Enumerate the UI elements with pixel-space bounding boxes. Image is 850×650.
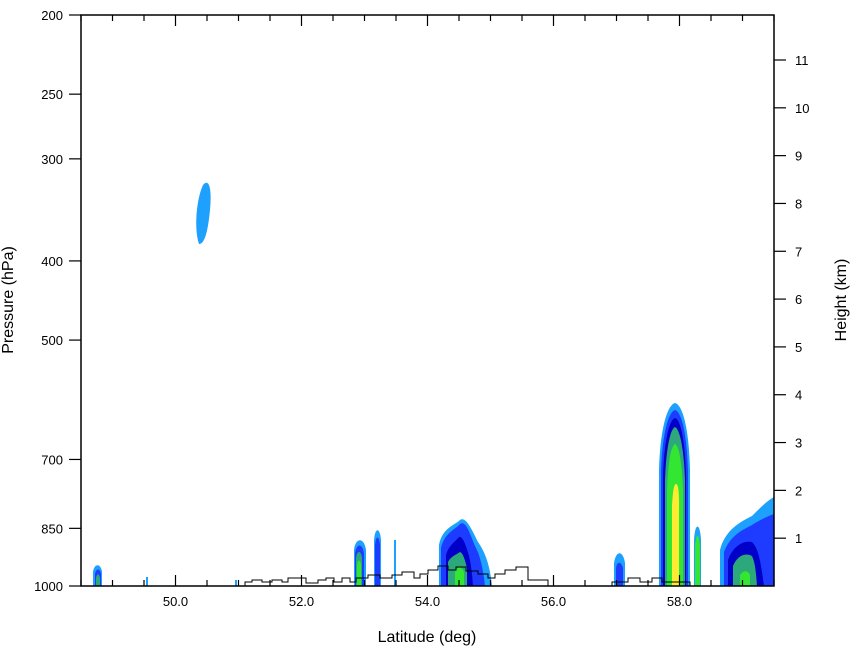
contour-fill-11 xyxy=(375,537,380,586)
contour-fill-32 xyxy=(740,571,750,586)
y-tick-label: 500 xyxy=(41,333,63,348)
y2-tick-label: 1 xyxy=(795,531,802,546)
y2-tick-label: 4 xyxy=(795,388,802,403)
x-tick-label: 50.0 xyxy=(163,594,188,609)
y-tick-label: 1000 xyxy=(34,579,63,594)
y-tick-label: 300 xyxy=(41,152,63,167)
y-tick-label: 850 xyxy=(41,521,63,536)
x-tick-label: 56.0 xyxy=(541,594,566,609)
x-tick-label: 52.0 xyxy=(289,594,314,609)
contour-fill-9 xyxy=(357,560,361,586)
contour-fill-3 xyxy=(96,574,100,586)
y-axis-right: 1 2 3 4 5 6 7 8 9 10 11 xyxy=(774,53,809,546)
plot-area xyxy=(93,182,774,586)
x-axis-title: Latitude (deg) xyxy=(378,629,477,646)
y-axis-left: 200 250 300 400 500 700 850 1000 xyxy=(34,8,81,594)
cross-section-chart: 50.0 52.0 54.0 56.0 58.0 200 250 300 400 500 700 8… xyxy=(0,8,850,646)
y-tick-label: 200 xyxy=(41,8,63,23)
y2-tick-label: 8 xyxy=(795,196,802,211)
y-tick-label: 400 xyxy=(41,254,63,269)
y2-tick-label: 10 xyxy=(795,101,809,116)
contour-fill-25 xyxy=(672,484,679,586)
y2-tick-label: 11 xyxy=(795,53,809,68)
y2-axis-title: Height (km) xyxy=(833,259,850,342)
y2-tick-label: 3 xyxy=(795,436,802,451)
y-tick-label: 700 xyxy=(41,452,63,467)
contour-fill-4 xyxy=(146,577,148,586)
x-tick-label: 58.0 xyxy=(667,594,692,609)
contour-fill-27 xyxy=(695,535,700,586)
contour-fill-12 xyxy=(394,540,396,586)
y2-tick-label: 5 xyxy=(795,340,802,355)
y2-tick-label: 9 xyxy=(795,149,802,164)
contour-fill-5 xyxy=(235,580,237,586)
y-axis-title: Pressure (hPa) xyxy=(0,246,17,354)
x-tick-label: 54.0 xyxy=(415,594,440,609)
y2-tick-label: 6 xyxy=(795,292,802,307)
contour-fill-0 xyxy=(196,182,211,244)
y2-tick-label: 2 xyxy=(795,483,802,498)
y2-tick-label: 7 xyxy=(795,244,802,259)
y-tick-label: 250 xyxy=(41,87,63,102)
